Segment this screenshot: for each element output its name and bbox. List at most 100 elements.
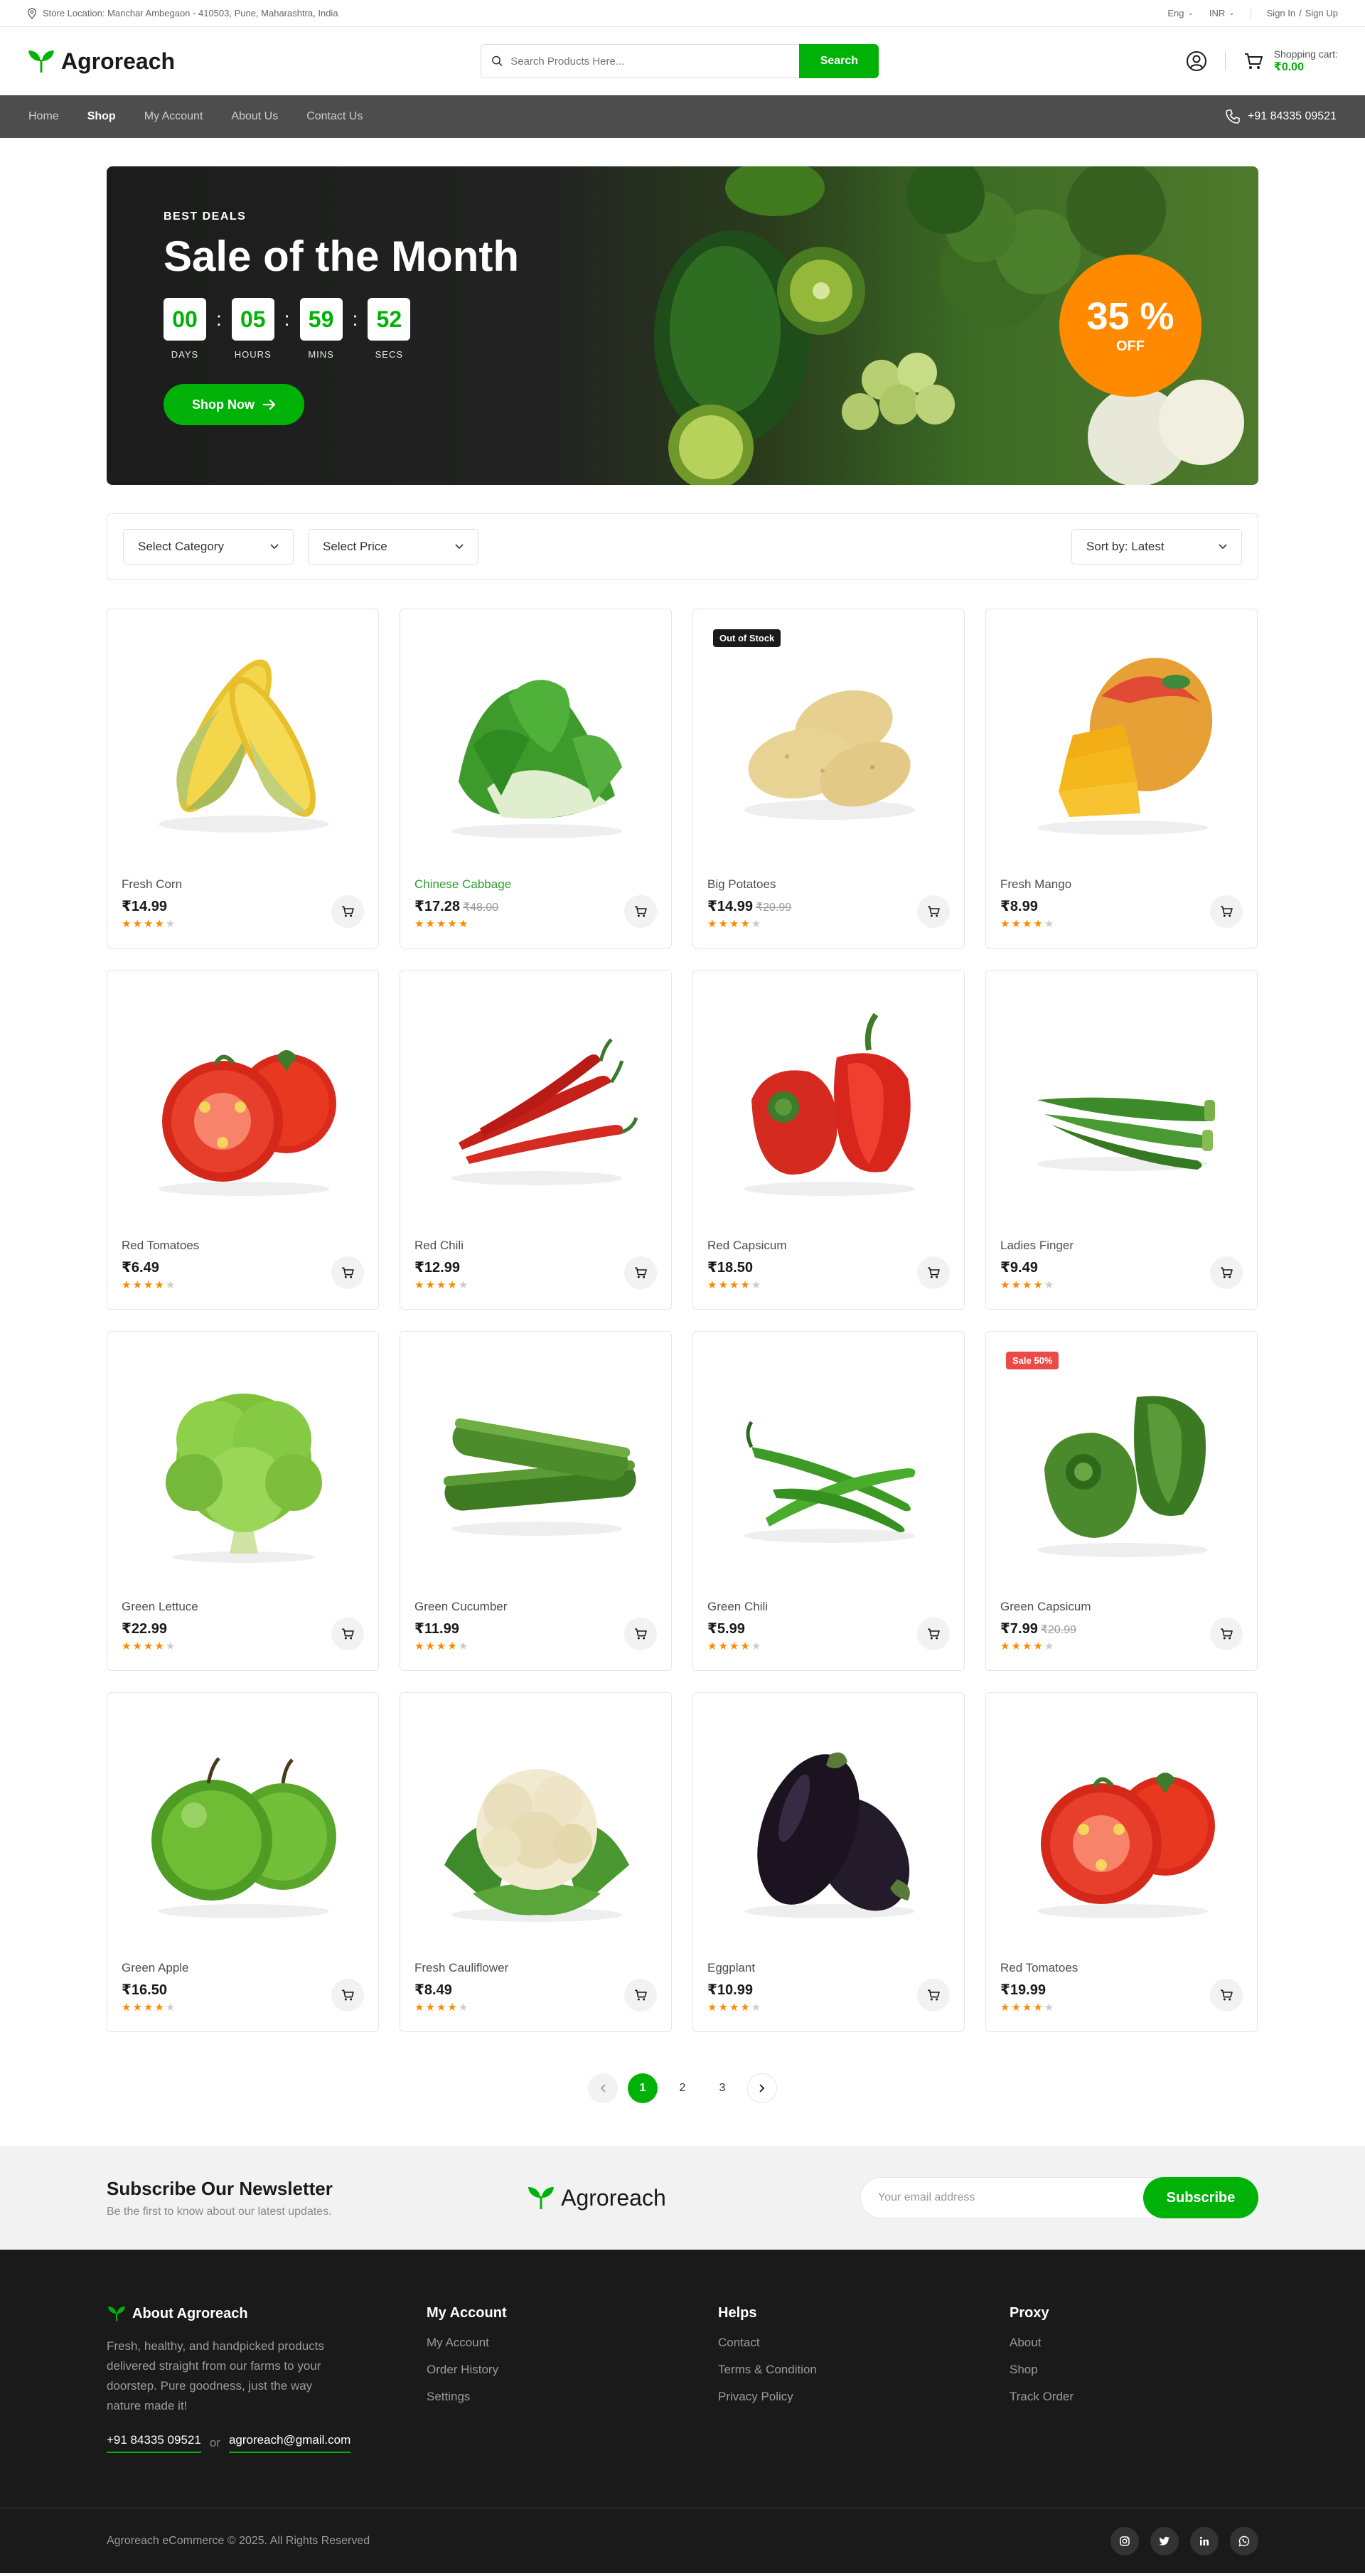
product-card[interactable]: Red Tomatoes ₹19.99 ★ ★ ★ ★ ★ [985,1692,1258,2032]
newsletter-email-input[interactable]: Your email address [860,2177,1165,2218]
add-to-cart-button[interactable] [1210,1979,1243,2011]
product-card[interactable]: Sale 50% Green Capsicum ₹7.99 ₹20.99 ★ ★ ★ ★ ★ [985,1331,1258,1671]
product-name[interactable]: Red Tomatoes [1000,1961,1078,1975]
product-image[interactable] [707,1346,951,1590]
product-image[interactable] [1000,1707,1244,1951]
footer-link[interactable]: Terms & Condition [718,2363,1010,2377]
add-to-cart-button[interactable] [1210,1618,1243,1650]
product-image[interactable] [707,985,951,1229]
product-name[interactable]: Fresh Corn [122,877,182,892]
sign-in-link[interactable]: Sign In [1267,8,1295,18]
product-image[interactable] [122,624,365,867]
add-to-cart-button[interactable] [917,1256,950,1289]
product-image[interactable] [414,624,658,867]
user-account-icon[interactable] [1185,50,1208,73]
product-card[interactable]: Chinese Cabbage ₹17.28 ₹48.00 ★ ★ ★ ★ ★ [400,609,672,948]
add-to-cart-button[interactable] [331,895,364,928]
product-card[interactable]: Green Cucumber ₹11.99 ★ ★ ★ ★ ★ [400,1331,672,1671]
instagram-icon[interactable] [1110,2526,1139,2555]
add-to-cart-button[interactable] [331,1979,364,2011]
nav-item-shop[interactable]: Shop [87,110,116,123]
nav-item-contact-us[interactable]: Contact Us [306,110,363,123]
product-card[interactable]: Ladies Finger ₹9.49 ★ ★ ★ ★ ★ [985,970,1258,1310]
add-to-cart-button[interactable] [1210,895,1243,928]
footer-link[interactable]: Track Order [1010,2390,1074,2404]
linkedin-icon[interactable] [1190,2526,1219,2555]
product-image[interactable] [122,1346,365,1590]
product-card[interactable]: Fresh Corn ₹14.99 ★ ★ ★ ★ ★ [107,609,379,948]
product-image[interactable] [414,1346,658,1590]
product-name[interactable]: Green Chili [707,1600,768,1614]
product-image[interactable] [1000,985,1244,1229]
subscribe-button[interactable]: Subscribe [1143,2177,1258,2218]
footer-link[interactable]: Order History [427,2363,718,2377]
currency-select[interactable]: INR ⌄ [1209,8,1235,18]
product-card[interactable]: Green Lettuce ₹22.99 ★ ★ ★ ★ ★ [107,1331,379,1671]
product-image[interactable] [414,985,658,1229]
sign-up-link[interactable]: Sign Up [1305,8,1338,18]
add-to-cart-button[interactable] [917,895,950,928]
nav-item-about-us[interactable]: About Us [231,110,278,123]
product-name[interactable]: Ladies Finger [1000,1239,1074,1253]
product-card[interactable]: Red Capsicum ₹18.50 ★ ★ ★ ★ ★ [692,970,965,1310]
add-to-cart-button[interactable] [917,1618,950,1650]
footer-link[interactable]: Shop [1010,2363,1074,2377]
nav-item-home[interactable]: Home [28,110,59,123]
product-name[interactable]: Fresh Cauliflower [414,1961,508,1975]
product-name[interactable]: Big Potatoes [707,877,776,892]
product-image[interactable] [414,1707,658,1951]
add-to-cart-button[interactable] [917,1979,950,2011]
footer-link[interactable]: Settings [427,2390,718,2404]
product-image[interactable] [1000,624,1244,867]
product-card[interactable]: Red Tomatoes ₹6.49 ★ ★ ★ ★ ★ [107,970,379,1310]
product-card[interactable]: Green Apple ₹16.50 ★ ★ ★ ★ ★ [107,1692,379,2032]
shopping-cart[interactable]: Shopping cart: ₹0.00 [1243,48,1338,75]
product-card[interactable]: Green Chili ₹5.99 ★ ★ ★ ★ ★ [692,1331,965,1671]
product-card[interactable]: Eggplant ₹10.99 ★ ★ ★ ★ ★ [692,1692,965,2032]
nav-item-my-account[interactable]: My Account [144,110,203,123]
product-image[interactable] [707,1707,951,1951]
product-name[interactable]: Green Cucumber [414,1600,507,1614]
product-name[interactable]: Red Tomatoes [122,1239,199,1253]
footer-phone-link[interactable]: +91 84335 09521 [107,2433,201,2454]
search-button[interactable]: Search [799,44,879,78]
add-to-cart-button[interactable] [624,1256,657,1289]
footer-link[interactable]: About [1010,2336,1074,2350]
search-field[interactable] [481,44,800,78]
product-name[interactable]: Green Apple [122,1961,189,1975]
price-select[interactable]: Select Price [308,529,478,565]
language-select[interactable]: Eng ⌄ [1167,8,1194,18]
brand-logo[interactable]: Agroreach [27,48,175,75]
product-name[interactable]: Green Lettuce [122,1600,198,1614]
add-to-cart-button[interactable] [1210,1256,1243,1289]
page-button-3[interactable]: 3 [707,2073,737,2103]
add-to-cart-button[interactable] [331,1256,364,1289]
whatsapp-icon[interactable] [1230,2526,1258,2555]
search-input[interactable] [510,55,790,68]
product-image[interactable] [707,624,951,867]
product-name[interactable]: Eggplant [707,1961,755,1975]
add-to-cart-button[interactable] [624,1618,657,1650]
footer-link[interactable]: My Account [427,2336,718,2350]
sort-select[interactable]: Sort by: Latest [1071,529,1242,565]
product-card[interactable]: Fresh Cauliflower ₹8.49 ★ ★ ★ ★ ★ [400,1692,672,2032]
nav-phone[interactable]: +91 84335 09521 [1225,109,1337,124]
product-name[interactable]: Red Chili [414,1239,464,1253]
product-name[interactable]: Green Capsicum [1000,1600,1091,1614]
twitter-icon[interactable] [1150,2526,1179,2555]
product-image[interactable] [122,1707,365,1951]
add-to-cart-button[interactable] [624,1979,657,2011]
prev-page-button[interactable] [588,2073,618,2103]
product-card[interactable]: Fresh Mango ₹8.99 ★ ★ ★ ★ ★ [985,609,1258,948]
shop-now-button[interactable]: Shop Now [164,384,304,425]
product-name[interactable]: Fresh Mango [1000,877,1071,892]
product-card[interactable]: Red Chili ₹12.99 ★ ★ ★ ★ ★ [400,970,672,1310]
product-card[interactable]: Out of Stock Big Potatoes ₹14.99 ₹20.99 ★ ★ ★ ★… [692,609,965,948]
footer-email-link[interactable]: agroreach@gmail.com [228,2433,351,2454]
product-image[interactable] [1000,1346,1244,1590]
footer-link[interactable]: Contact [718,2336,1010,2350]
add-to-cart-button[interactable] [624,895,657,928]
product-name[interactable]: Chinese Cabbage [414,877,511,892]
product-name[interactable]: Red Capsicum [707,1239,787,1253]
product-image[interactable] [122,985,365,1229]
